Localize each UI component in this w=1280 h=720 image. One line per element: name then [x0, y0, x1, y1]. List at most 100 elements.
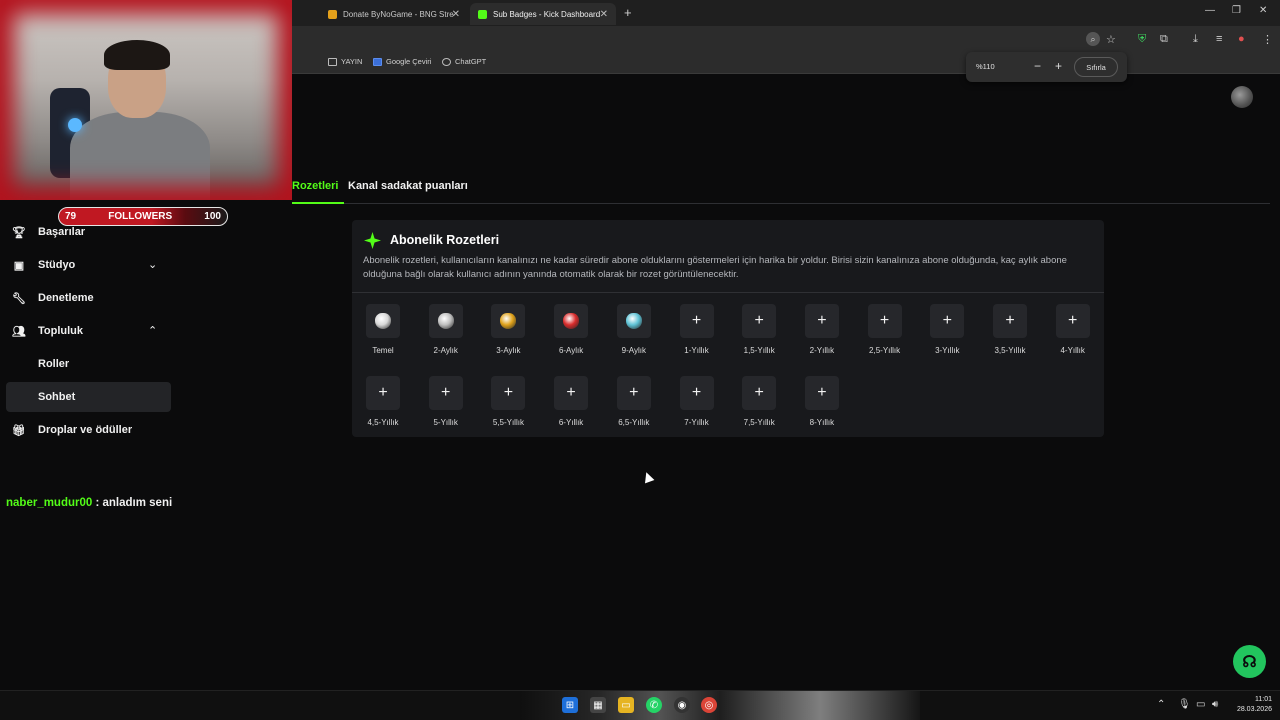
close-tab-icon[interactable]: ✕: [452, 9, 460, 20]
bookmark-chatgpt[interactable]: ChatGPT: [442, 57, 486, 66]
webcam-person-body: [70, 112, 210, 200]
bookmark-google-ceviri[interactable]: Google Çeviri: [373, 57, 431, 66]
sidebar-item-roller[interactable]: Roller: [38, 358, 69, 370]
zoom-in-button[interactable]: +: [1055, 59, 1062, 73]
badge-image[interactable]: [554, 304, 589, 338]
add-badge-button[interactable]: +: [804, 304, 839, 338]
add-badge-button[interactable]: +: [366, 376, 400, 410]
badge-slot[interactable]: +7,5-Yıllık: [729, 376, 789, 427]
webcam-person-head: [108, 46, 166, 118]
chat-message: naber_mudur00 : anladım seni: [6, 497, 172, 509]
plus-icon: +: [566, 384, 576, 401]
zoom-out-button[interactable]: −: [1034, 59, 1041, 73]
badge-slot[interactable]: +4,5-Yıllık: [353, 376, 413, 427]
badge-slot[interactable]: +6,5-Yıllık: [604, 376, 664, 427]
clock-date: 28.03.2026: [1236, 706, 1272, 713]
tab-kanal-sadakat-puanlari[interactable]: Kanal sadakat puanları: [348, 180, 468, 192]
plus-icon: +: [378, 384, 388, 401]
add-badge-button[interactable]: +: [679, 304, 714, 338]
badge-slot[interactable]: +5,5-Yıllık: [478, 376, 538, 427]
badge-slot[interactable]: Temel: [353, 304, 413, 355]
add-badge-button[interactable]: +: [867, 304, 902, 338]
sidebar-item-sohbet[interactable]: Sohbet: [38, 391, 75, 403]
whatsapp-icon[interactable]: ✆: [646, 697, 662, 713]
badge-slot[interactable]: +1-Yıllık: [667, 304, 727, 355]
badge-slot[interactable]: +5-Yıllık: [416, 376, 476, 427]
maximize-icon[interactable]: ❐: [1232, 5, 1241, 16]
sidebar-item-studyo[interactable]: ▣ Stüdyo: [12, 254, 75, 276]
followers-label: FOLLOWERS: [108, 211, 173, 222]
add-badge-button[interactable]: +: [804, 376, 839, 410]
extensions-icon[interactable]: ⧉: [1160, 33, 1168, 46]
minimize-icon[interactable]: —: [1205, 5, 1215, 16]
store-icon[interactable]: ▦: [590, 697, 606, 713]
taskbar-clock[interactable]: 11:01 28.03.2026: [1232, 695, 1272, 715]
volume-icon[interactable]: 🔊︎: [1212, 699, 1218, 710]
sidebar-item-topluluk[interactable]: 👥︎ Topluluk: [12, 320, 83, 342]
tab-label: Donate ByNoGame - BNG Stre: [343, 9, 454, 19]
display-icon[interactable]: ▭: [1196, 699, 1205, 710]
badge-image[interactable]: [428, 304, 463, 338]
add-badge-button[interactable]: +: [742, 304, 777, 338]
folder-icon[interactable]: ▭: [618, 697, 634, 713]
zoom-reset-button[interactable]: Sıfırla: [1074, 57, 1118, 77]
mic-icon[interactable]: 🎙︎: [1178, 699, 1191, 710]
chat-username: naber_mudur00: [6, 497, 93, 509]
add-badge-button[interactable]: +: [491, 376, 526, 410]
badge-slot[interactable]: 2-Aylık: [416, 304, 476, 355]
add-badge-button[interactable]: +: [554, 376, 589, 410]
download-icon[interactable]: ⤓: [1193, 33, 1198, 46]
badge-slot[interactable]: +1,5-Yıllık: [729, 304, 789, 355]
taskbar: [0, 690, 1280, 720]
add-badge-button[interactable]: +: [930, 304, 965, 338]
add-badge-button[interactable]: +: [679, 376, 714, 410]
badge-image[interactable]: [491, 304, 526, 338]
badge-slot[interactable]: 6-Aylık: [541, 304, 601, 355]
help-chat-button[interactable]: ☊: [1233, 645, 1266, 678]
chevron-down-icon[interactable]: ⌄: [148, 258, 157, 271]
badge-slot[interactable]: +8-Yıllık: [792, 376, 852, 427]
badge-slot[interactable]: +4-Yıllık: [1043, 304, 1103, 355]
plus-icon: +: [817, 312, 827, 329]
star-icon[interactable]: ☆: [1106, 33, 1116, 46]
shield-icon[interactable]: ⛨: [1138, 33, 1146, 46]
badge-slot[interactable]: 9-Aylık: [604, 304, 664, 355]
badge-slot[interactable]: +2,5-Yıllık: [855, 304, 915, 355]
add-badge-button[interactable]: +: [616, 376, 651, 410]
tab-sub-badges[interactable]: Sub Badges - Kick Dashboard ✕: [470, 3, 616, 25]
menu-icon[interactable]: ⋮: [1262, 33, 1273, 46]
start-icon[interactable]: ⊞: [562, 697, 578, 713]
close-window-icon[interactable]: ✕: [1259, 5, 1267, 16]
tab-donate[interactable]: Donate ByNoGame - BNG Stre ✕: [320, 3, 468, 25]
bynogame-favicon-icon: [328, 9, 337, 19]
badge-slot[interactable]: +3,5-Yıllık: [980, 304, 1040, 355]
new-tab-icon[interactable]: +: [624, 5, 632, 20]
zoom-icon[interactable]: ⌕: [1086, 32, 1100, 46]
profile-icon[interactable]: ●: [1238, 33, 1245, 45]
add-badge-button[interactable]: +: [1055, 304, 1090, 338]
tray-chevron-icon[interactable]: ⌃: [1157, 699, 1165, 710]
bookmark-label: Google Çeviri: [386, 57, 432, 66]
add-badge-button[interactable]: +: [428, 376, 463, 410]
badge-slot[interactable]: +7-Yıllık: [667, 376, 727, 427]
chrome-icon[interactable]: ◎: [701, 697, 717, 713]
chevron-up-icon[interactable]: ⌃: [148, 324, 157, 337]
add-badge-button[interactable]: +: [993, 304, 1027, 338]
badge-label: 2-Yıllık: [809, 346, 835, 355]
badge-label: 8-Yıllık: [809, 418, 835, 427]
badge-slot[interactable]: +3-Yıllık: [917, 304, 977, 355]
close-tab-icon[interactable]: ✕: [600, 9, 608, 20]
badge-image[interactable]: [366, 304, 400, 338]
obs-icon[interactable]: ◉: [674, 697, 690, 713]
user-avatar[interactable]: [1231, 86, 1253, 108]
badge-slot[interactable]: 3-Aylık: [478, 304, 538, 355]
media-icon[interactable]: ≡: [1216, 33, 1222, 45]
sidebar-item-denetleme[interactable]: 🔧︎ Denetleme: [12, 287, 94, 309]
sidebar-item-droplar[interactable]: 🎁︎ Droplar ve ödüller: [12, 419, 132, 441]
badge-slot[interactable]: +2-Yıllık: [792, 304, 852, 355]
badge-slot[interactable]: +6-Yıllık: [541, 376, 601, 427]
add-badge-button[interactable]: +: [742, 376, 777, 410]
tab-abonelik-rozetleri[interactable]: Rozetleri: [292, 180, 345, 204]
badge-image[interactable]: [616, 304, 651, 338]
bookmark-yayin[interactable]: YAYIN: [328, 57, 362, 66]
